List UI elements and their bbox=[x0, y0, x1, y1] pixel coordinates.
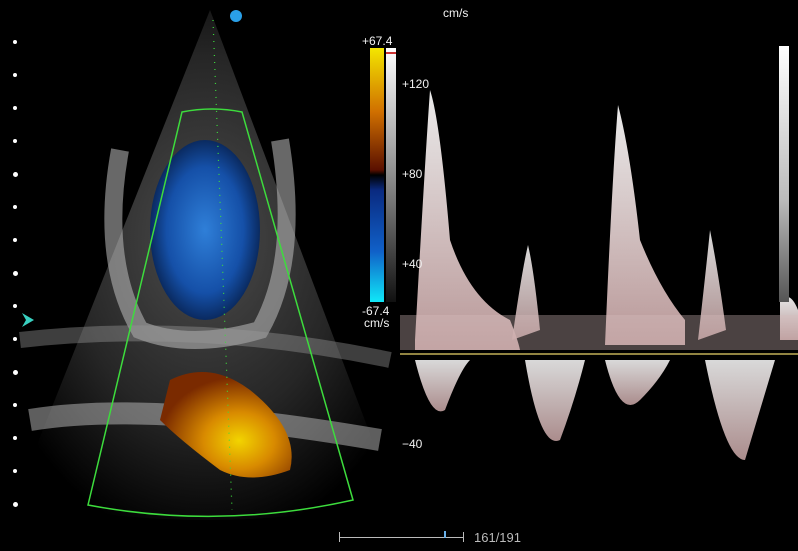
color-scale-unit: cm/s bbox=[364, 316, 390, 330]
velocity-tick-40: +40 bbox=[402, 257, 423, 271]
doppler-gain-bar bbox=[779, 46, 789, 302]
velocity-color-bar bbox=[370, 48, 384, 302]
doppler-marker-top bbox=[386, 52, 396, 54]
echo-2d-image bbox=[15, 10, 395, 520]
cine-end-tick bbox=[463, 532, 464, 542]
doppler-units-label: cm/s bbox=[443, 6, 469, 20]
probe-orientation-dot bbox=[230, 10, 242, 22]
frame-counter: 161/191 bbox=[474, 530, 521, 545]
velocity-tick-120: +120 bbox=[402, 77, 430, 91]
velocity-tick-80: +80 bbox=[402, 167, 423, 181]
depth-marker-icon bbox=[22, 313, 34, 327]
cine-start-tick bbox=[339, 532, 340, 542]
blue-flow-region bbox=[150, 140, 260, 320]
doppler-spectrum bbox=[400, 90, 798, 460]
gray-map-bar bbox=[386, 48, 396, 302]
cine-frame-handle[interactable] bbox=[444, 531, 446, 538]
velocity-tick-neg40: −40 bbox=[402, 437, 423, 451]
color-scale-max: +67.4 bbox=[362, 34, 393, 48]
